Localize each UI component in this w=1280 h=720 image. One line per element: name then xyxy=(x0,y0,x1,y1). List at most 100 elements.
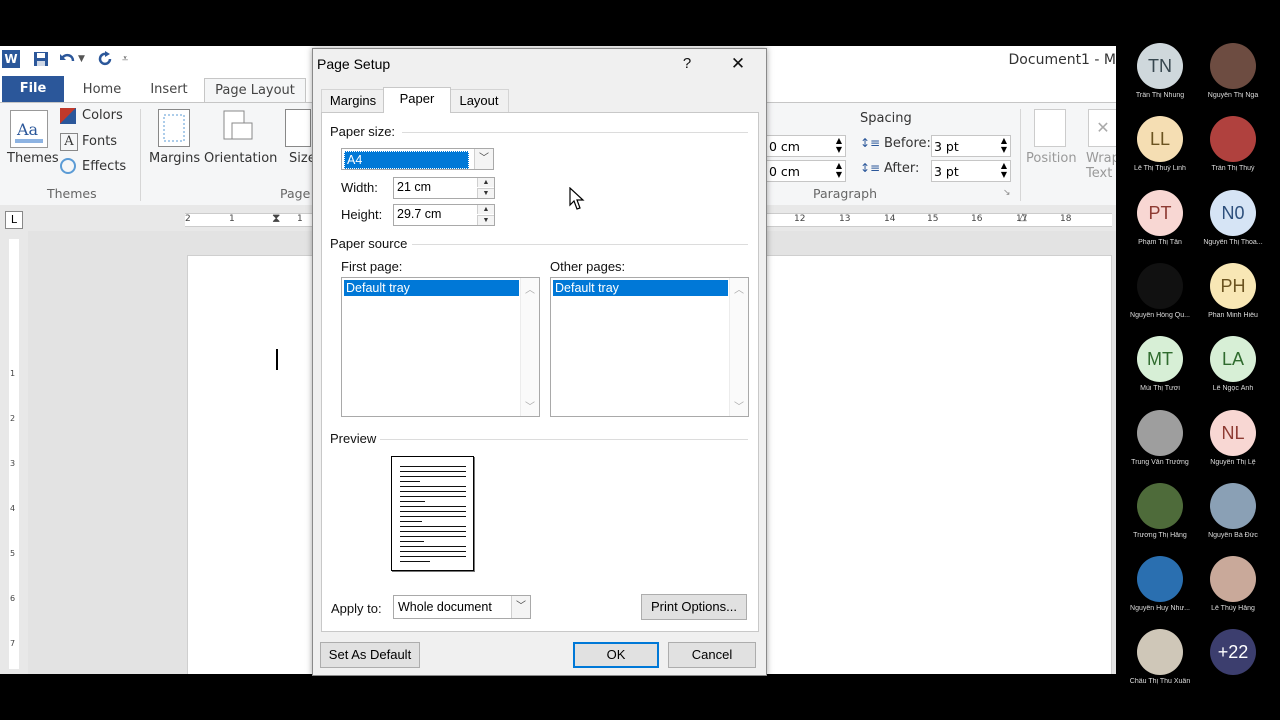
colors-button[interactable]: Colors xyxy=(82,108,123,123)
participant-tile[interactable]: Lê Thùy Hằng xyxy=(1201,556,1265,612)
scroll-up-icon[interactable]: ︿ xyxy=(730,281,748,296)
cancel-button[interactable]: Cancel xyxy=(668,642,756,668)
tab-layout[interactable]: Layout xyxy=(449,89,509,112)
dialog-launcher-icon[interactable]: ↘ xyxy=(1003,188,1011,198)
chevron-down-icon[interactable]: ﹀ xyxy=(511,596,530,618)
participant-tile[interactable]: Trương Thị Hằng xyxy=(1128,483,1192,539)
tab-paper[interactable]: Paper xyxy=(383,87,451,113)
scrollbar[interactable]: ︿ ﹀ xyxy=(520,278,539,416)
horizontal-ruler-right[interactable]: 12 13 14 15 16 17 △ 18 xyxy=(766,212,1112,227)
tab-selector-icon[interactable]: L xyxy=(5,211,23,229)
indent-left-input[interactable]: 0 cm ▲ ▼ xyxy=(766,135,846,157)
themes-button[interactable]: Themes xyxy=(7,151,59,166)
preview-label: Preview xyxy=(330,431,377,446)
wrap-text-icon[interactable]: ✕ xyxy=(1088,109,1116,147)
participant-tile[interactable]: +22 xyxy=(1201,629,1265,678)
undo-icon[interactable] xyxy=(58,50,76,68)
vertical-ruler[interactable]: 1 2 3 4 5 6 7 xyxy=(0,231,28,674)
participant-tile[interactable]: PT Phạm Thị Tân xyxy=(1128,190,1192,246)
margins-button[interactable]: Margins xyxy=(149,151,200,166)
ok-button[interactable]: OK xyxy=(573,642,659,668)
wrap-label[interactable]: Wrap xyxy=(1086,151,1116,166)
other-pages-item[interactable]: Default tray xyxy=(553,280,728,296)
ruler-number: 6 xyxy=(10,594,16,603)
participant-tile[interactable]: LA Lê Ngọc Ánh xyxy=(1201,336,1265,392)
paper-size-select[interactable]: A4 ﹀ xyxy=(341,148,494,170)
participant-tile[interactable]: Nguyễn Huy Như... xyxy=(1128,556,1192,612)
apply-to-select[interactable]: Whole document ﹀ xyxy=(393,595,531,619)
spin-up-icon[interactable]: ▲ xyxy=(477,205,494,214)
participant-tile[interactable]: Trần Thị Thuỷ xyxy=(1201,116,1265,172)
help-icon[interactable]: ? xyxy=(675,53,699,75)
set-as-default-button[interactable]: Set As Default xyxy=(320,642,420,668)
spin-up-icon[interactable]: ▲ xyxy=(477,178,494,187)
spacing-after-input[interactable]: 3 pt ▲ ▼ xyxy=(931,160,1011,182)
participant-tile[interactable]: LL Lê Thị Thuỳ Linh xyxy=(1128,116,1192,172)
chevron-down-icon[interactable]: ﹀ xyxy=(474,149,493,169)
orientation-icon[interactable] xyxy=(222,109,253,145)
participant-tile[interactable]: PH Phan Minh Hiếu xyxy=(1201,263,1265,319)
size-icon[interactable] xyxy=(285,109,311,147)
participant-tile[interactable]: Chẩu Thị Thu Xuân xyxy=(1128,629,1192,685)
redo-icon[interactable] xyxy=(96,50,114,68)
horizontal-ruler-left[interactable]: 2 1 ⧗ 1 xyxy=(185,211,312,227)
scrollbar[interactable]: ︿ ﹀ xyxy=(729,278,748,416)
first-page-item[interactable]: Default tray xyxy=(344,280,519,296)
position-icon[interactable] xyxy=(1034,109,1066,147)
participant-tile[interactable]: N0 Nguyễn Thị Thoa... xyxy=(1201,190,1265,246)
spinner-icon[interactable]: ▲ ▼ xyxy=(836,136,842,154)
effects-button[interactable]: Effects xyxy=(82,159,126,174)
orientation-button[interactable]: Orientation xyxy=(204,151,277,166)
print-options-button[interactable]: Print Options... xyxy=(641,594,747,620)
participant-name: Trần Thị Thuỷ xyxy=(1211,165,1255,172)
text-cursor xyxy=(276,349,278,370)
spacing-before-input[interactable]: 3 pt ▲ ▼ xyxy=(931,135,1011,157)
participant-tile[interactable]: TN Trần Thị Nhung xyxy=(1128,43,1192,99)
document-title: Document1 - M xyxy=(1008,52,1116,68)
participant-name: Lê Ngọc Ánh xyxy=(1212,385,1254,392)
close-icon[interactable]: ✕ xyxy=(726,53,750,75)
width-input[interactable]: 21 cm ▲ ▼ xyxy=(393,177,495,199)
position-button[interactable]: Position xyxy=(1026,151,1077,166)
tab-file[interactable]: File xyxy=(2,76,64,102)
spin-down-icon[interactable]: ▼ xyxy=(477,215,494,225)
preview-line xyxy=(400,501,425,502)
participant-tile[interactable]: Nguyễn Bá Đức xyxy=(1201,483,1265,539)
participant-name: Nguyễn Bá Đức xyxy=(1208,532,1258,539)
participant-tile[interactable]: Nguyễn Thị Nga xyxy=(1201,43,1265,99)
customize-qat-icon[interactable]: ⩡ xyxy=(122,50,140,68)
tab-margins[interactable]: Margins xyxy=(321,89,385,112)
participant-name: Phan Minh Hiếu xyxy=(1208,312,1258,319)
scroll-up-icon[interactable]: ︿ xyxy=(521,281,539,296)
spin-down-icon[interactable]: ▼ xyxy=(477,188,494,198)
participant-tile[interactable]: NL Nguyễn Thị Lệ xyxy=(1201,410,1265,466)
height-input[interactable]: 29.7 cm ▲ ▼ xyxy=(393,204,495,226)
spinner-icon[interactable]: ▲ ▼ xyxy=(836,161,842,179)
right-indent-marker-icon[interactable]: △ xyxy=(1019,212,1027,223)
preview-line xyxy=(400,526,466,527)
first-page-listbox[interactable]: Default tray ︿ ﹀ xyxy=(341,277,540,417)
participant-tile[interactable]: MT Mùi Thị Tươi xyxy=(1128,336,1192,392)
tab-home[interactable]: Home xyxy=(76,78,128,102)
word-logo-icon[interactable]: W xyxy=(2,50,20,68)
spinner-icon[interactable]: ▲ ▼ xyxy=(1001,161,1007,179)
participant-tile[interactable]: Nguyễn Hồng Qu... xyxy=(1128,263,1192,319)
paper-source-label: Paper source xyxy=(330,236,408,251)
preview-line xyxy=(400,496,466,497)
other-pages-listbox[interactable]: Default tray ︿ ﹀ xyxy=(550,277,749,417)
tab-page-layout[interactable]: Page Layout xyxy=(204,78,306,103)
save-icon[interactable] xyxy=(32,50,50,68)
spacing-after-icon: ↕≡ xyxy=(860,161,881,175)
undo-dropdown-icon[interactable]: ▼ xyxy=(78,50,96,68)
fonts-button[interactable]: Fonts xyxy=(82,134,117,149)
spinner-icon[interactable]: ▲ ▼ xyxy=(1001,136,1007,154)
scroll-down-icon[interactable]: ﹀ xyxy=(730,398,748,413)
wrap-text-label[interactable]: Text xyxy=(1086,166,1112,181)
indent-right-input[interactable]: 0 cm ▲ ▼ xyxy=(766,160,846,182)
margins-icon[interactable] xyxy=(158,109,190,147)
scroll-down-icon[interactable]: ﹀ xyxy=(521,398,539,413)
themes-icon[interactable]: Aa xyxy=(10,110,48,148)
indent-marker-icon[interactable]: ⧗ xyxy=(272,211,280,226)
tab-insert[interactable]: Insert xyxy=(142,78,196,102)
participant-tile[interactable]: Trung Văn Trường xyxy=(1128,410,1192,466)
